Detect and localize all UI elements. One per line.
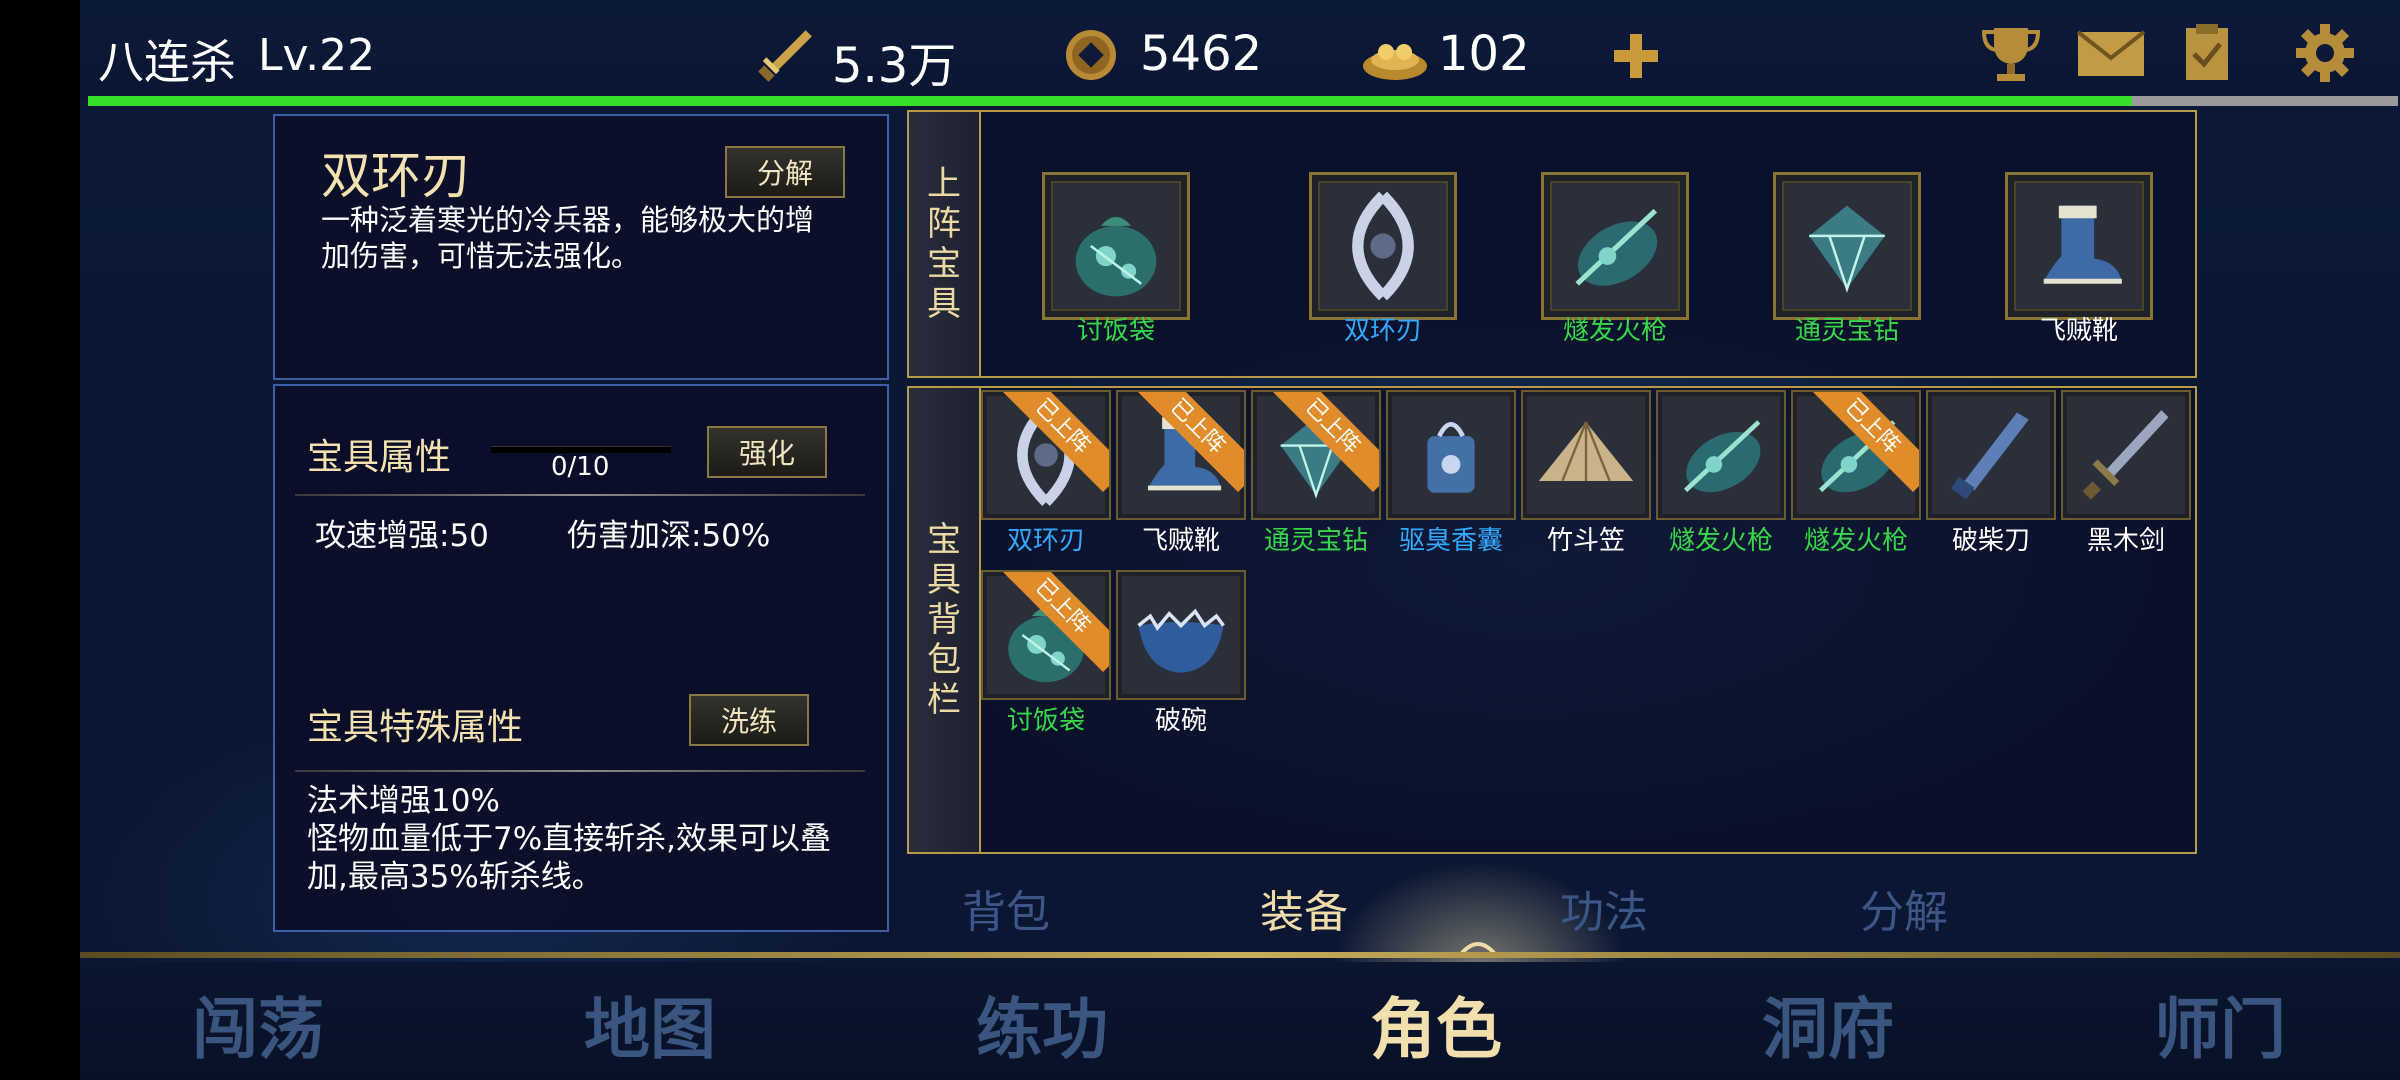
- nav-map[interactable]: 地图: [584, 976, 716, 1072]
- boot-icon: [2014, 181, 2144, 311]
- special-attribute-line: 怪物血量低于7%直接斩杀,效果可以叠加,最高35%斩杀线。: [307, 821, 832, 895]
- sachet-icon: [1392, 396, 1510, 514]
- gear-icon[interactable]: [2294, 22, 2356, 84]
- subtab-skills[interactable]: 功法: [1560, 876, 1648, 940]
- special-attribute-line: 法术增强10%: [307, 783, 500, 819]
- musket-icon: [1550, 181, 1680, 311]
- bag-label: 宝具背包栏: [909, 388, 981, 852]
- ingot-value: 102: [1438, 26, 1530, 82]
- subtab-bag[interactable]: 背包: [962, 876, 1050, 940]
- subtab-equipment[interactable]: 装备: [1260, 876, 1348, 940]
- broken-bowl-icon: [1122, 576, 1240, 694]
- stat-damage-bonus: 伤害加深:50%: [567, 518, 771, 554]
- equipped-items-panel: 上阵宝具 讨饭袋 双环刃 燧发火枪 通灵宝钻 飞贼靴: [907, 110, 2197, 378]
- equipped-item-name: 通灵宝钻: [1794, 316, 1899, 346]
- coin-icon: [1066, 30, 1116, 80]
- twin-blade-icon: [1318, 181, 1448, 311]
- nav-training[interactable]: 练功: [976, 976, 1108, 1072]
- bag-slot[interactable]: 已上阵: [1251, 390, 1381, 520]
- special-attributes-title: 宝具特殊属性: [307, 707, 524, 748]
- musket-icon: [1662, 396, 1780, 514]
- nav-divider: [80, 952, 2400, 958]
- bag-item-name: 黑木剑: [2086, 526, 2165, 556]
- item-detail-panel: 双环刃 分解 一种泛着寒光的冷兵器，能够极大的增加伤害，可惜无法强化。: [273, 114, 889, 380]
- equipped-label: 上阵宝具: [909, 112, 981, 376]
- nav-adventure[interactable]: 闯荡: [192, 976, 324, 1072]
- bag-slot[interactable]: [2061, 390, 2191, 520]
- game-screen: 八连杀 Lv.22 5.3万 5462 102 双环刃 分解 一种泛着寒光的冷兵…: [80, 0, 2400, 1080]
- equipped-item-name: 双环刃: [1343, 316, 1422, 346]
- player-level: Lv.22: [258, 30, 376, 81]
- enhance-button[interactable]: 强化: [707, 426, 827, 478]
- bag-slot[interactable]: [1521, 390, 1651, 520]
- sword-icon: [2067, 396, 2185, 514]
- item-bag-panel: 宝具背包栏 已上阵 双环刃 已上阵 飞贼靴 已上阵 通灵宝钻 驱臭香囊 竹斗笠 燧发火枪 已上阵燧…: [907, 386, 2197, 854]
- divider: [295, 494, 865, 496]
- bag-slot[interactable]: [1116, 570, 1246, 700]
- mail-icon[interactable]: [2076, 22, 2146, 84]
- bottom-nav: [80, 962, 2400, 1080]
- player-name: 八连杀: [98, 35, 236, 89]
- item-detail-name: 双环刃: [321, 147, 471, 205]
- ingot-icon: [1363, 44, 1427, 80]
- bag-icon: [1051, 181, 1181, 311]
- bag-slot[interactable]: [1656, 390, 1786, 520]
- bag-slot[interactable]: 已上阵: [1791, 390, 1921, 520]
- item-detail-description: 一种泛着寒光的冷兵器，能够极大的增加伤害，可惜无法强化。: [321, 203, 815, 273]
- power-value: 5.3万: [832, 38, 957, 94]
- bag-slot[interactable]: [1926, 390, 2056, 520]
- bag-slot[interactable]: 已上阵: [981, 390, 1111, 520]
- top-bar: 八连杀 Lv.22 5.3万 5462 102: [80, 0, 2400, 98]
- divider: [295, 770, 865, 772]
- equipped-item-name: 飞贼靴: [2039, 316, 2118, 346]
- machete-icon: [1932, 396, 2050, 514]
- sword-power-icon: [758, 30, 812, 82]
- quest-scroll-icon[interactable]: [2180, 22, 2234, 84]
- equipped-item-name: 燧发火枪: [1562, 316, 1667, 346]
- equipped-item-name: 讨饭袋: [1076, 316, 1155, 346]
- trophy-icon[interactable]: [1980, 22, 2042, 84]
- bag-slot[interactable]: [1386, 390, 1516, 520]
- stat-attack-speed: 攻速增强:50: [315, 518, 489, 554]
- enhance-progress-text: 0/10: [551, 452, 610, 482]
- bamboo-hat-icon: [1527, 396, 1645, 514]
- hp-bar-fill: [88, 96, 2133, 106]
- plus-icon[interactable]: [1610, 30, 1662, 82]
- equipped-slot[interactable]: [1042, 172, 1190, 320]
- bag-slot[interactable]: 已上阵: [981, 570, 1111, 700]
- item-attributes-panel: 宝具属性 0/10 强化 攻速增强:50 伤害加深:50% 宝具特殊属性 洗练 …: [273, 384, 889, 932]
- nav-cave[interactable]: 洞府: [1762, 976, 1894, 1072]
- equipped-slot[interactable]: [1541, 172, 1689, 320]
- diamond-icon: [1782, 181, 1912, 311]
- equipped-slot[interactable]: [1309, 172, 1457, 320]
- coin-value: 5462: [1140, 26, 1263, 82]
- reroll-button[interactable]: 洗练: [689, 694, 809, 746]
- nav-sect[interactable]: 师门: [2154, 976, 2286, 1072]
- subtab-dismantle[interactable]: 分解: [1860, 876, 1948, 940]
- equipped-slot[interactable]: [1773, 172, 1921, 320]
- attributes-title: 宝具属性: [307, 437, 452, 478]
- bag-item-name: 破碗: [1154, 706, 1207, 736]
- nav-character[interactable]: 角色: [1370, 976, 1502, 1072]
- bag-slot[interactable]: 已上阵: [1116, 390, 1246, 520]
- hp-bar: [88, 96, 2398, 106]
- dismantle-button[interactable]: 分解: [725, 146, 845, 198]
- equipped-slot[interactable]: [2005, 172, 2153, 320]
